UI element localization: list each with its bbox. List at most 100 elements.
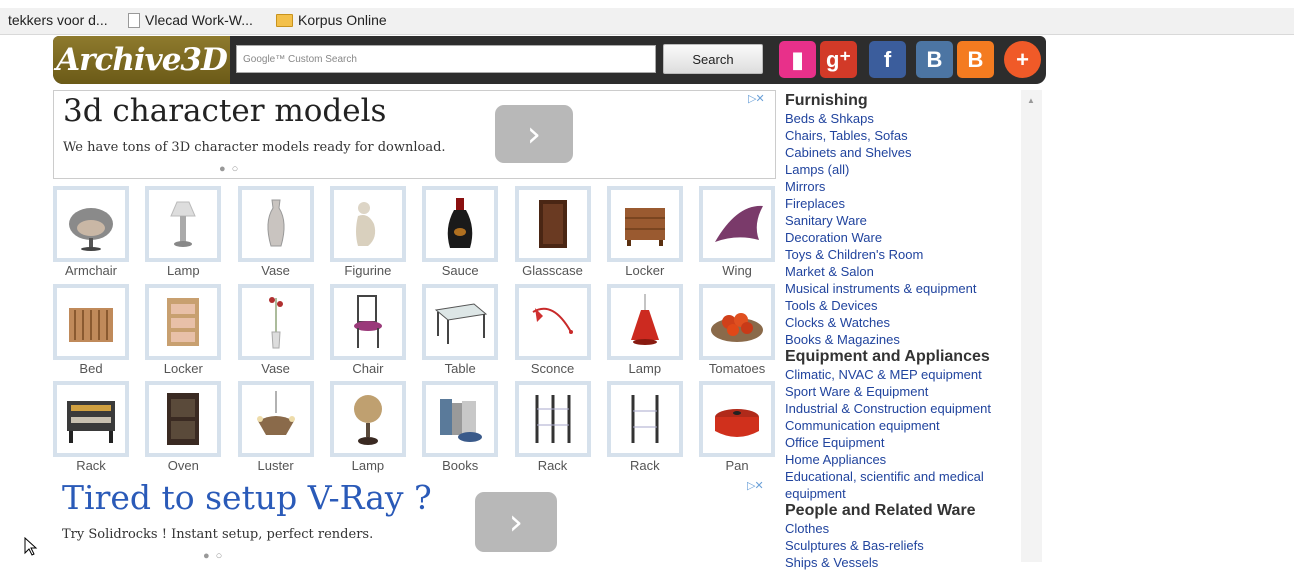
product-item[interactable]: Locker <box>145 283 222 378</box>
product-item[interactable]: Wing <box>699 186 776 280</box>
category-link[interactable]: Sculptures & Bas-reliefs <box>785 537 1021 554</box>
category-link[interactable]: Toys & Children's Room <box>785 246 1021 263</box>
product-thumbnail[interactable] <box>237 186 314 262</box>
product-thumbnail[interactable] <box>699 186 776 262</box>
product-thumbnail[interactable] <box>53 283 129 360</box>
ad-banner-top[interactable]: 3d character models We have tons of 3D c… <box>53 90 776 179</box>
ad-title[interactable]: Tired to setup V-Ray ? <box>62 478 432 517</box>
category-link[interactable]: equipment <box>785 485 1021 502</box>
product-thumbnail[interactable] <box>145 186 222 262</box>
product-item[interactable]: Sconce <box>514 283 591 378</box>
product-thumbnail[interactable] <box>422 283 499 360</box>
category-link[interactable]: Books & Magazines <box>785 331 1021 348</box>
search-button[interactable]: Search <box>663 44 763 74</box>
product-item[interactable]: Oven <box>145 381 222 475</box>
product-item[interactable]: Lamp <box>329 381 406 475</box>
product-thumbnail[interactable] <box>53 381 129 457</box>
product-thumbnail[interactable] <box>606 283 683 360</box>
ad-pagination-dots[interactable]: ●○ <box>219 163 244 175</box>
category-link[interactable]: Home Appliances <box>785 451 1021 468</box>
category-link[interactable]: Mirrors <box>785 178 1021 195</box>
product-item[interactable]: Sauce <box>422 186 499 280</box>
category-link[interactable]: Communication equipment <box>785 417 1021 434</box>
product-thumbnail[interactable] <box>514 381 591 457</box>
product-thumbnail[interactable] <box>329 283 406 360</box>
product-thumbnail[interactable] <box>329 186 406 262</box>
product-item[interactable]: Armchair <box>53 186 129 280</box>
product-item[interactable]: Locker <box>606 186 683 280</box>
category-link[interactable]: Fireplaces <box>785 195 1021 212</box>
ad-title[interactable]: 3d character models <box>63 93 386 129</box>
bookmark-item[interactable]: tekkers voor d... <box>8 12 108 28</box>
product-thumbnail[interactable] <box>699 283 776 360</box>
product-thumbnail[interactable] <box>514 283 591 360</box>
category-link[interactable]: Market & Salon <box>785 263 1021 280</box>
facebook-icon[interactable]: f <box>869 41 906 78</box>
category-link[interactable]: Ships & Vessels <box>785 554 1021 571</box>
product-item[interactable]: Rack <box>53 381 129 475</box>
product-item[interactable]: Chair <box>329 283 406 378</box>
product-item[interactable]: Vase <box>237 283 314 378</box>
product-item[interactable]: Rack <box>514 381 591 475</box>
category-link[interactable]: Office Equipment <box>785 434 1021 451</box>
bookmark-item[interactable]: Vlecad Work-W... <box>128 12 253 28</box>
category-link[interactable]: Sport Ware & Equipment <box>785 383 1021 400</box>
product-item[interactable]: Rack <box>606 381 683 475</box>
category-link[interactable]: Cabinets and Shelves <box>785 144 1021 161</box>
product-thumbnail[interactable] <box>422 186 499 262</box>
add-icon[interactable]: + <box>1004 41 1041 78</box>
product-item[interactable]: Lamp <box>145 186 222 280</box>
ad-banner-bottom[interactable]: Tired to setup V-Ray ? Try Solidrocks ! … <box>53 476 776 562</box>
site-logo[interactable]: Archive3D <box>53 36 230 84</box>
product-item[interactable]: Figurine <box>329 186 406 280</box>
blogger-icon[interactable]: B <box>957 41 994 78</box>
bookmark-icon[interactable]: ▮ <box>779 41 816 78</box>
product-item[interactable]: Tomatoes <box>699 283 776 378</box>
category-link[interactable]: Clocks & Watches <box>785 314 1021 331</box>
category-link[interactable]: Lamps (all) <box>785 161 1021 178</box>
product-thumbnail[interactable] <box>606 186 683 262</box>
category-link[interactable]: Clothes <box>785 520 1021 537</box>
category-link[interactable]: Musical instruments & equipment <box>785 280 1021 297</box>
category-link[interactable]: Sanitary Ware <box>785 212 1021 229</box>
product-item[interactable]: Vase <box>237 186 314 280</box>
adchoices-icon[interactable]: ▷✕ <box>748 92 765 105</box>
ad-pagination-dots[interactable]: ●○ <box>203 550 228 562</box>
category-link[interactable]: Educational, scientific and medical <box>785 468 1021 485</box>
category-link[interactable]: Beds & Shkaps <box>785 110 1021 127</box>
product-item[interactable]: Books <box>422 381 499 475</box>
category-link[interactable]: Decoration Ware <box>785 229 1021 246</box>
product-thumbnail[interactable] <box>699 381 776 457</box>
adchoices-icon[interactable]: ▷✕ <box>747 479 764 492</box>
ad-next-arrow-icon[interactable]: › <box>495 105 573 163</box>
product-item[interactable]: Bed <box>53 283 129 378</box>
google-plus-icon[interactable]: g⁺ <box>820 41 857 78</box>
category-link[interactable]: Chairs, Tables, Sofas <box>785 127 1021 144</box>
product-thumbnail[interactable] <box>145 283 222 360</box>
vk-icon[interactable]: B <box>916 41 953 78</box>
bookmark-item[interactable]: Korpus Online <box>276 12 387 28</box>
product-item[interactable]: Table <box>422 283 499 378</box>
product-thumbnail[interactable] <box>237 381 314 457</box>
product-label[interactable]: Pan <box>683 458 791 473</box>
product-item[interactable]: Luster <box>237 381 314 475</box>
scroll-up-icon[interactable]: ▲ <box>1027 96 1035 105</box>
product-thumbnail[interactable] <box>237 283 314 360</box>
category-link[interactable]: Climatic, NVAC & MEP equipment <box>785 366 1021 383</box>
product-thumbnail[interactable] <box>145 381 222 457</box>
product-item[interactable]: Pan <box>699 381 776 475</box>
category-link[interactable]: Industrial & Construction equipment <box>785 400 1021 417</box>
category-link[interactable]: Tools & Devices <box>785 297 1021 314</box>
product-thumbnail[interactable] <box>329 381 406 457</box>
product-thumbnail[interactable] <box>514 186 591 262</box>
product-thumbnail[interactable] <box>53 186 129 262</box>
sidebar-scrollbar[interactable]: ▲ <box>1021 90 1042 562</box>
product-thumbnail[interactable] <box>606 381 683 457</box>
product-label[interactable]: Tomatoes <box>683 361 791 376</box>
ad-next-arrow-icon[interactable]: › <box>475 492 557 552</box>
product-thumbnail[interactable] <box>422 381 499 457</box>
product-label[interactable]: Wing <box>683 263 791 278</box>
product-item[interactable]: Glasscase <box>514 186 591 280</box>
search-input[interactable]: Google™ Custom Search <box>236 45 656 73</box>
product-item[interactable]: Lamp <box>606 283 683 378</box>
